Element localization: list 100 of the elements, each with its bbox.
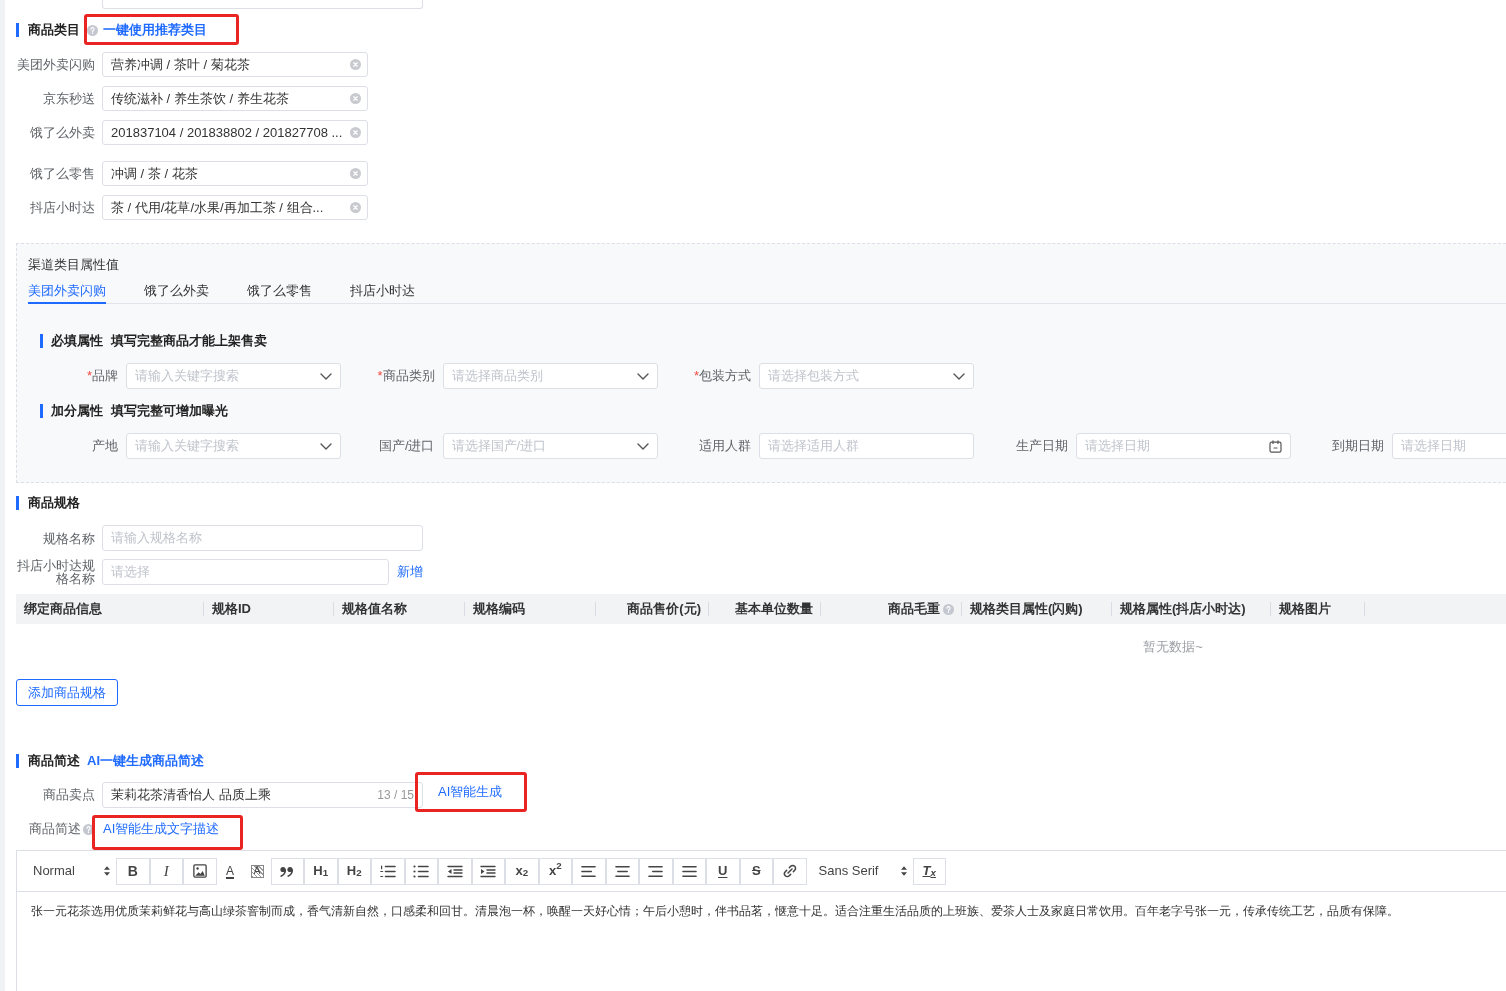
column-header: 规格值名称 [342, 600, 407, 619]
align-right-button[interactable] [639, 857, 673, 885]
tab[interactable]: 饿了么零售 [247, 278, 312, 304]
field-label: *包装方式 [692, 367, 751, 386]
tab[interactable]: 饿了么外卖 [144, 278, 209, 304]
script-button[interactable]: x$^{2}$ [538, 857, 572, 885]
field-label: *商品类别 [376, 367, 435, 386]
select-field[interactable]: 冲调 / 茶 / 花茶 [102, 161, 368, 186]
field-label: 京东秒送 [42, 89, 95, 108]
bold-button[interactable]: B [116, 857, 150, 885]
rich-text-editor[interactable]: 张一元花茶选用优质茉莉鲜花与高山绿茶窨制而成，香气清新自然，口感柔和回甘。清晨泡一杯，唤醒一天好心情；午后小憩时，伴书品茗，惬意十足。适合注重生活品质的上班族、爱茶人士及家庭日常饮用。百年老字号张一元，传承传统工艺，品质有保障。 [16, 892, 1506, 991]
tab[interactable]: 美团外卖闪购 [28, 278, 106, 304]
align-left-icon [581, 864, 597, 878]
section-title: 商品简述 [28, 752, 80, 770]
strikethrough-button[interactable]: S [739, 857, 773, 885]
indent-button[interactable] [471, 857, 505, 885]
accent-bar [16, 496, 19, 510]
chevron-down-icon[interactable] [320, 372, 332, 380]
recommend-category-link[interactable]: 一键使用推荐类目 [103, 20, 207, 40]
underline-button[interactable]: U [706, 857, 740, 885]
chevron-down-icon[interactable] [320, 442, 332, 450]
ai-generate-button[interactable]: AI智能生成 [438, 782, 503, 802]
outdent-icon [446, 864, 463, 878]
align-justify-icon [681, 864, 697, 878]
bullet-list-button[interactable] [404, 857, 438, 885]
format-select[interactable]: Normal [25, 857, 116, 885]
select-field[interactable]: 201837104 / 201838802 / 201827708 ... [102, 120, 368, 145]
column-header: 绑定商品信息 [24, 600, 102, 619]
add-spec-button[interactable]: 添加商品规格 [16, 679, 118, 706]
chevron-down-icon[interactable] [953, 372, 965, 380]
add-link[interactable]: 新增 [397, 562, 423, 582]
panel-title: 渠道类目属性值 [28, 256, 119, 274]
input-field[interactable]: 茉莉花茶清香怡人 品质上乘 13 / 15 [102, 782, 423, 808]
bullet-list-icon [413, 864, 430, 878]
align-left-button[interactable] [572, 857, 606, 885]
calendar-icon[interactable] [1268, 439, 1282, 453]
outdent-button[interactable] [438, 857, 472, 885]
script-button[interactable]: x$_{2}$ [505, 857, 539, 885]
input-field[interactable] [102, 0, 423, 9]
heading-button[interactable]: H$_{2}$ [337, 857, 371, 885]
select-field[interactable]: 茶 / 代用/花草/水果/再加工茶 / 组合... [102, 195, 368, 220]
sort-caret-icon [104, 866, 110, 876]
section-title: 商品规格 [28, 494, 80, 512]
field-label: 商品简述 [29, 820, 81, 839]
font-select[interactable]: Sans Serif [806, 857, 913, 885]
quote-button[interactable] [270, 857, 304, 885]
column-header: 基本单位数量 [735, 600, 813, 619]
field-label: 抖店小时达规格名称 [16, 559, 95, 585]
group-title: 加分属性 [51, 402, 103, 421]
align-center-icon [614, 864, 630, 878]
field-label: 生产日期 [1014, 437, 1068, 456]
character-counter: 13 / 15 [377, 787, 414, 804]
column-header: 商品售价(元) [627, 600, 701, 619]
field-label: 到期日期 [1331, 437, 1384, 456]
align-right-icon [648, 864, 664, 878]
image-icon [192, 864, 207, 878]
tab[interactable]: 抖店小时达 [350, 278, 415, 304]
accent-bar [16, 23, 19, 37]
field-label: 抖店小时达 [29, 198, 95, 217]
link-icon [782, 864, 797, 878]
indent-icon [480, 864, 497, 878]
column-header: 规格ID [212, 600, 251, 619]
accent-bar [40, 404, 43, 418]
field-label: 规格名称 [42, 531, 95, 545]
clear-format-button[interactable]: T$_{x}$ [912, 857, 946, 885]
numbered-list-button[interactable] [371, 857, 405, 885]
empty-state-text: 暂无数据~ [1143, 638, 1203, 656]
numbered-list-icon [379, 864, 396, 878]
field-label: 饿了么零售 [29, 164, 95, 183]
sort-caret-icon [900, 866, 907, 876]
column-header: 规格属性(抖店小时达) [1120, 600, 1246, 619]
group-title: 必填属性 [51, 332, 103, 351]
column-header: 规格编码 [473, 600, 525, 619]
align-justify-button[interactable] [672, 857, 706, 885]
align-center-button[interactable] [605, 857, 639, 885]
field-label: 商品卖点 [42, 786, 95, 804]
field-label: 饿了么外卖 [29, 123, 95, 142]
group-hint: 填写完整商品才能上架售卖 [111, 332, 267, 351]
highlight-color-button[interactable]: A [250, 864, 264, 878]
heading-button[interactable]: H$_{1}$ [304, 857, 338, 885]
field-label: 国产/进口 [377, 437, 435, 456]
accent-bar [16, 754, 19, 768]
link-button[interactable] [773, 857, 807, 885]
text-color-button[interactable]: A [224, 863, 236, 879]
field-label: 美团外卖闪购 [16, 55, 95, 74]
ai-generate-link[interactable]: AI一键生成商品简述 [87, 751, 204, 771]
image-button[interactable] [183, 857, 217, 885]
italic-button[interactable]: I [149, 857, 183, 885]
select-field[interactable]: 传统滋补 / 养生茶饮 / 养生花茶 [102, 86, 368, 111]
group-hint: 填写完整可增加曝光 [111, 402, 228, 421]
column-header: 规格图片 [1279, 600, 1331, 619]
quote-icon [280, 865, 295, 877]
field-label: 产地 [91, 437, 118, 456]
section-title: 商品类目 [28, 21, 80, 39]
column-header: 商品毛重 [888, 600, 940, 619]
ai-description-link[interactable]: AI智能生成文字描述 [103, 819, 220, 839]
chevron-down-icon[interactable] [636, 442, 649, 450]
chevron-down-icon[interactable] [636, 372, 649, 380]
field-label: *品牌 [85, 367, 118, 386]
select-field[interactable]: 营养冲调 / 茶叶 / 菊花茶 [102, 52, 368, 77]
